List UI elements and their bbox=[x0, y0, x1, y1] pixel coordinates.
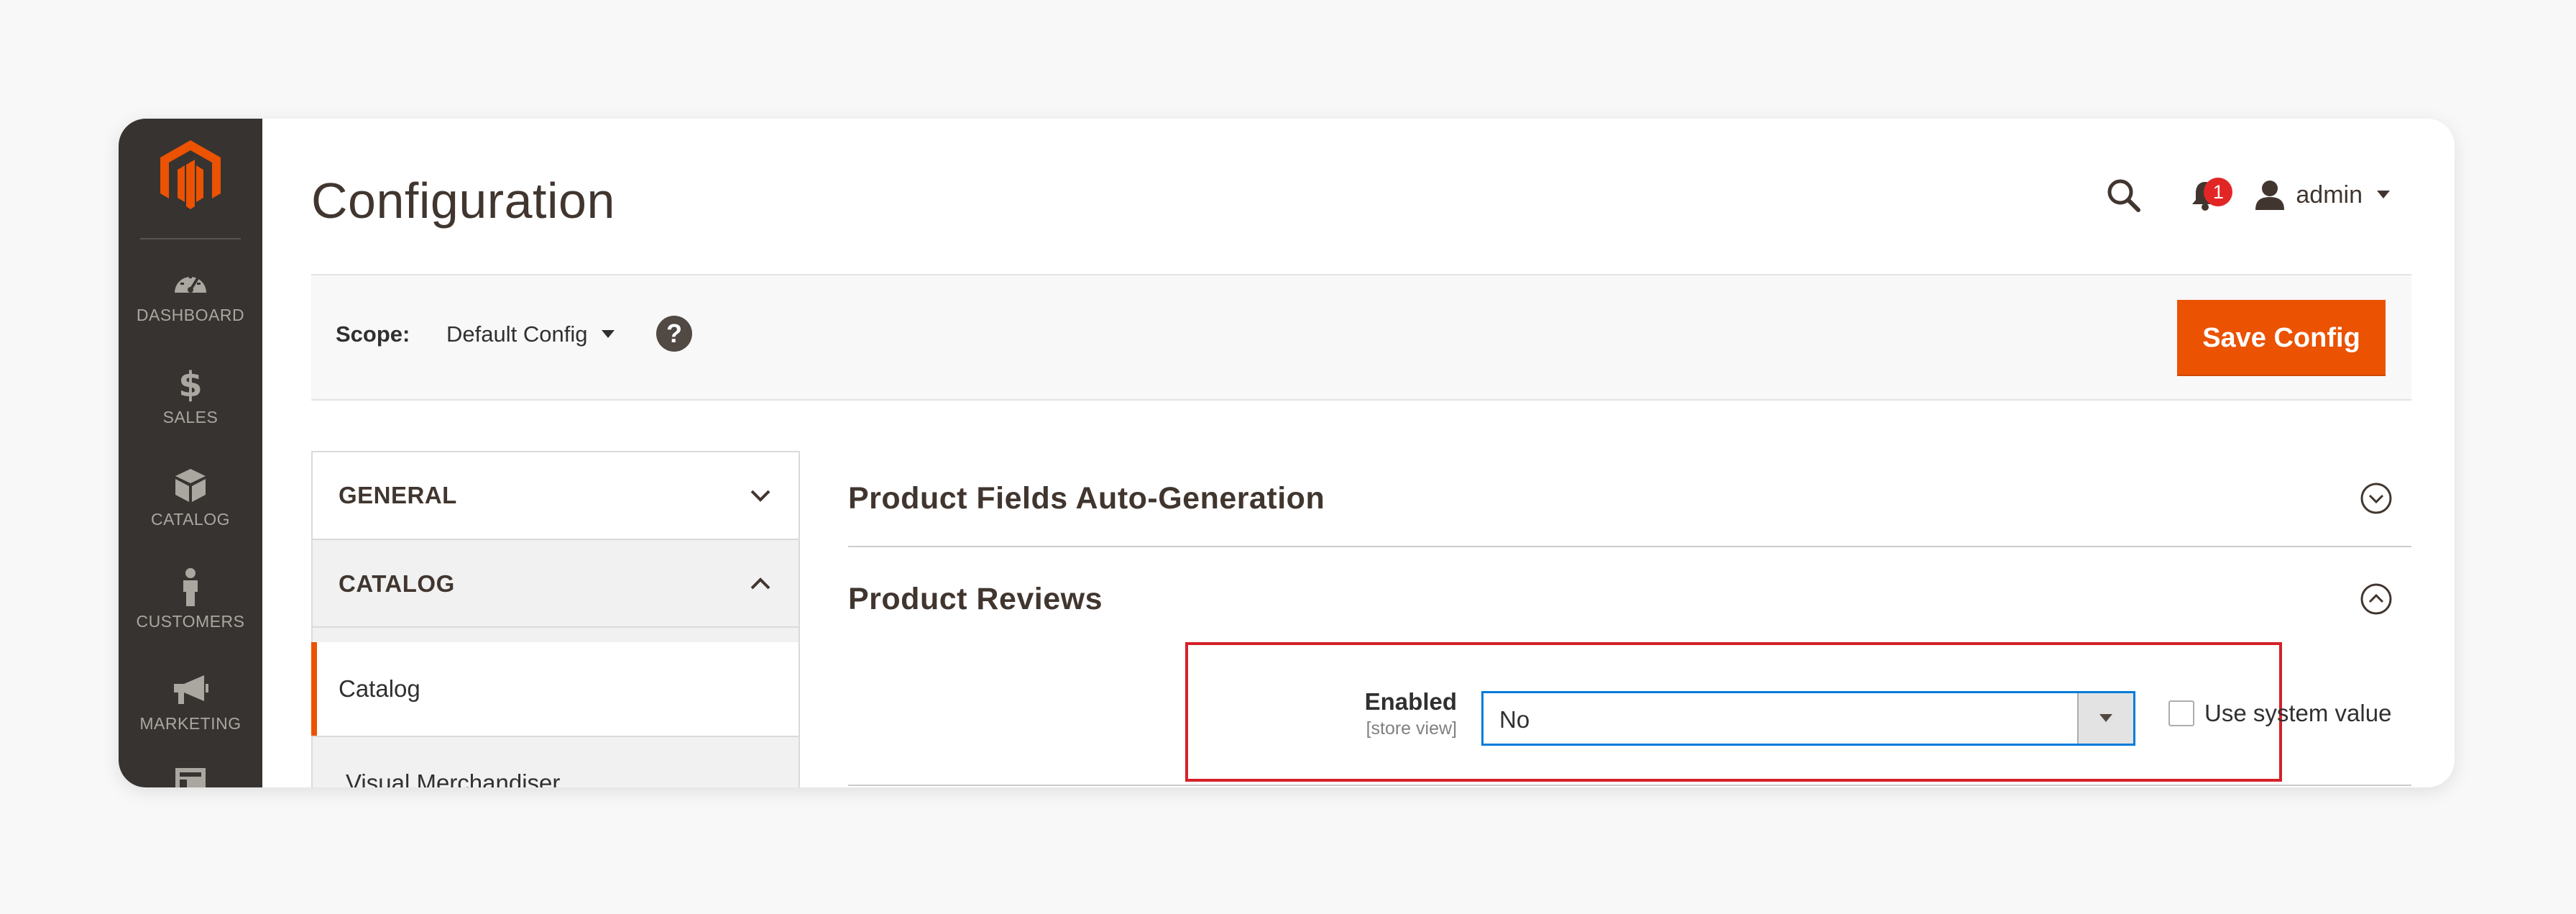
enabled-select[interactable]: No bbox=[1481, 691, 2135, 746]
megaphone-icon bbox=[170, 669, 211, 710]
search-icon bbox=[2107, 179, 2141, 212]
menu-item-marketing[interactable]: MARKETING bbox=[119, 669, 262, 756]
menu-item-catalog[interactable]: CATALOG bbox=[119, 465, 262, 552]
magento-logo[interactable] bbox=[157, 139, 224, 211]
field-label-enabled: Enabled [store view] bbox=[1256, 688, 1457, 739]
section-product-fields-auto-generation[interactable]: Product Fields Auto-Generation bbox=[848, 451, 2411, 547]
section-title: Product Reviews bbox=[848, 581, 1103, 616]
config-nav-item-catalog[interactable]: Catalog bbox=[311, 642, 800, 736]
config-nav-item-visual-merchandiser[interactable]: Visual Merchandiser bbox=[311, 736, 800, 787]
section-product-reviews[interactable]: Product Reviews bbox=[848, 549, 2411, 649]
user-icon bbox=[2255, 180, 2285, 210]
tab-general[interactable]: GENERAL bbox=[311, 451, 800, 540]
layout-icon bbox=[170, 763, 211, 787]
section-divider bbox=[848, 785, 2411, 786]
admin-sidebar: DASHBOARD $ SALES CATALOG CUSTOMERS MARK… bbox=[119, 119, 262, 787]
logo-divider bbox=[140, 238, 241, 239]
notification-count-badge: 1 bbox=[2204, 178, 2233, 206]
person-icon bbox=[170, 567, 211, 608]
expand-circle-icon bbox=[2360, 483, 2392, 514]
config-tabs: GENERAL CATALOG Catalog Visual Merchandi… bbox=[311, 451, 800, 787]
menu-item-dashboard[interactable]: DASHBOARD bbox=[119, 261, 262, 347]
section-title: Product Fields Auto-Generation bbox=[848, 480, 1325, 516]
user-name: admin bbox=[2296, 180, 2363, 209]
enabled-select-value: No bbox=[1499, 706, 1530, 733]
notifications-button[interactable]: 1 bbox=[2185, 175, 2233, 215]
help-icon[interactable]: ? bbox=[656, 316, 692, 352]
menu-item-customers[interactable]: CUSTOMERS bbox=[119, 567, 262, 654]
dashboard-icon bbox=[170, 261, 211, 301]
tab-title: CATALOG bbox=[339, 570, 455, 597]
box-icon bbox=[170, 465, 211, 506]
dollar-icon: $ bbox=[170, 363, 211, 403]
tab-divider bbox=[311, 626, 800, 642]
page-title: Configuration bbox=[311, 173, 615, 229]
scope-switcher[interactable]: Default Config bbox=[446, 321, 615, 347]
caret-down-icon bbox=[602, 330, 615, 338]
menu-item-content[interactable] bbox=[119, 763, 262, 787]
menu-label: CATALOG bbox=[151, 510, 230, 529]
menu-item-sales[interactable]: $ SALES bbox=[119, 363, 262, 449]
app-window: DASHBOARD $ SALES CATALOG CUSTOMERS MARK… bbox=[119, 119, 2455, 787]
chevron-up-icon bbox=[750, 577, 770, 590]
account-menu-button[interactable]: admin bbox=[2254, 180, 2390, 210]
collapse-circle-icon bbox=[2360, 583, 2392, 615]
menu-label: SALES bbox=[162, 408, 218, 426]
global-search-button[interactable] bbox=[2103, 175, 2143, 215]
chevron-down-icon bbox=[750, 490, 770, 502]
tab-title: GENERAL bbox=[339, 482, 457, 508]
dropdown-arrow[interactable] bbox=[2077, 693, 2133, 744]
tab-catalog[interactable]: CATALOG bbox=[311, 539, 800, 628]
caret-down-icon bbox=[2377, 191, 2390, 198]
header-actions: 1 admin bbox=[2103, 169, 2390, 221]
field-scope-text: [store view] bbox=[1366, 718, 1457, 739]
checkbox[interactable] bbox=[2168, 700, 2194, 726]
menu-label: DASHBOARD bbox=[136, 306, 245, 324]
scope-value: Default Config bbox=[446, 321, 588, 347]
save-config-button[interactable]: Save Config bbox=[2177, 300, 2386, 376]
store-scope-bar: Scope: Default Config ? Save Config bbox=[311, 274, 2411, 401]
caret-down-icon bbox=[2099, 714, 2112, 722]
use-system-value-checkbox[interactable]: Use system value bbox=[2168, 700, 2391, 727]
scope-label: Scope: bbox=[336, 321, 410, 347]
menu-label: MARKETING bbox=[139, 714, 242, 733]
menu-label: CUSTOMERS bbox=[136, 612, 245, 631]
svg-text:$: $ bbox=[178, 365, 202, 402]
field-label-text: Enabled bbox=[1364, 688, 1457, 715]
use-system-value-label: Use system value bbox=[2204, 700, 2392, 726]
